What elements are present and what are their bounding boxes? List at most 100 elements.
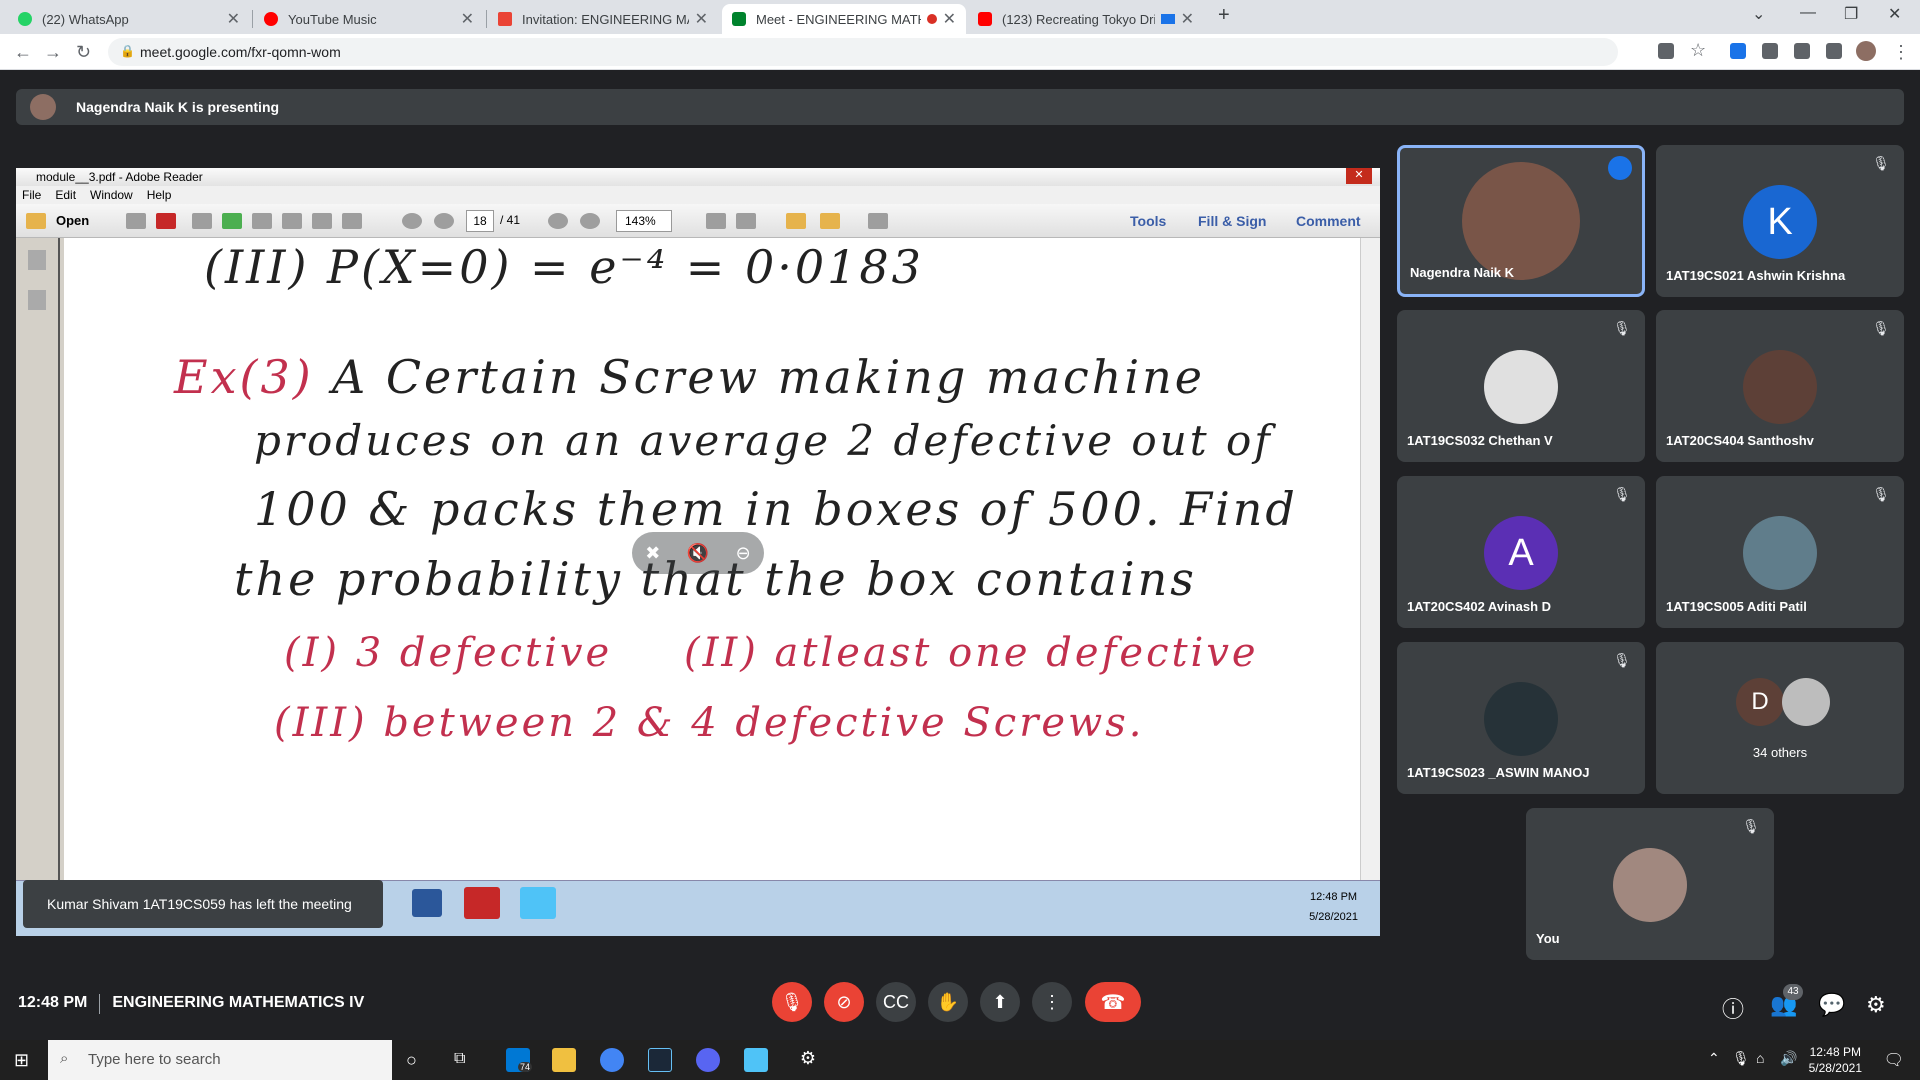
back-icon[interactable]: ←: [14, 42, 32, 63]
reader-menu-bar: File Edit Window Help: [16, 186, 1380, 204]
discord-icon[interactable]: [696, 1048, 720, 1072]
save-icon: [282, 213, 302, 229]
reader-scrollbar: [1360, 238, 1380, 880]
reload-icon[interactable]: ↻: [76, 42, 91, 63]
meeting-title: ENGINEERING MATHEMATICS IV: [112, 994, 365, 1011]
tab-whatsapp[interactable]: (22) WhatsApp ✕: [8, 4, 250, 34]
forward-icon[interactable]: →: [44, 42, 62, 63]
tab-youtube-music[interactable]: YouTube Music ✕: [254, 4, 484, 34]
whatsapp-icon: [18, 12, 32, 26]
meeting-details: 12:48 PM ENGINEERING MATHEMATICS IV: [18, 994, 364, 1014]
participant-tile[interactable]: K 🎙 1AT19CS021 Ashwin Krishna: [1656, 145, 1904, 297]
question-2: (II) atleast one defective: [684, 630, 1259, 676]
participant-tile[interactable]: A 🎙 1AT20CS402 Avinash D: [1397, 476, 1645, 628]
close-tab-icon[interactable]: ✕: [695, 9, 708, 29]
new-tab-button[interactable]: +: [1218, 4, 1230, 27]
task-view-icon[interactable]: ⧉: [454, 1050, 465, 1068]
cortana-icon[interactable]: ○: [406, 1050, 417, 1071]
maximize-button[interactable]: ❐: [1844, 4, 1858, 24]
tab-search-icon[interactable]: ⌄: [1752, 4, 1765, 24]
microphone-tray-icon[interactable]: 🎙: [1732, 1050, 1750, 1067]
tab-youtube-video[interactable]: (123) Recreating Tokyo Drift ✕: [968, 4, 1204, 34]
pin-off-icon[interactable]: ✖: [645, 543, 660, 564]
avatar: [1743, 350, 1817, 424]
tray-arrow-icon[interactable]: ⌃: [1708, 1050, 1720, 1067]
mute-off-icon[interactable]: 🔇: [687, 543, 709, 564]
close-tab-icon[interactable]: ✕: [943, 9, 956, 29]
close-tab-icon[interactable]: ✕: [1181, 9, 1194, 29]
participant-tile[interactable]: 🎙 1AT20CS404 Santhoshv: [1656, 310, 1904, 462]
reader-close-icon: ✕: [1346, 168, 1372, 184]
speaking-indicator-icon: [1608, 156, 1632, 180]
presenter-clock: 12:48 PM 5/28/2021: [1309, 887, 1358, 927]
taskbar-clock[interactable]: 12:48 PM 5/28/2021: [1809, 1044, 1862, 1076]
pdf-tool-icon: [156, 213, 176, 229]
reader-title-bar: module__3.pdf - Adobe Reader ✕: [16, 168, 1380, 186]
taskbar-search-box[interactable]: ⌕ Type here to search: [48, 1040, 392, 1080]
media-icon[interactable]: [1826, 43, 1842, 59]
email-icon: [342, 213, 362, 229]
notifications-icon[interactable]: 🗨: [1884, 1050, 1904, 1070]
meet-controls-bar: 12:48 PM ENGINEERING MATHEMATICS IV 🎙 ⊘ …: [0, 970, 1920, 1040]
pages-panel-icon: [28, 250, 46, 270]
participant-tile[interactable]: Nagendra Naik K: [1397, 145, 1645, 297]
handwriting-line: 100 & packs them in boxes of 500. Find: [254, 482, 1298, 536]
volume-icon[interactable]: 🔊: [1780, 1050, 1797, 1067]
avatar: [1484, 350, 1558, 424]
bookmark-star-icon[interactable]: ☆: [1690, 40, 1706, 61]
menu-icon[interactable]: ⋮: [1892, 42, 1910, 63]
avatar: [1613, 848, 1687, 922]
steam-icon[interactable]: [648, 1048, 672, 1072]
print-icon: [312, 213, 332, 229]
recording-dot-icon: [926, 14, 937, 24]
question-1: (I) 3 defective: [284, 630, 613, 676]
puzzle-icon[interactable]: [1794, 43, 1810, 59]
present-button[interactable]: ⬆: [980, 982, 1020, 1022]
leave-call-button[interactable]: ☎: [1085, 982, 1141, 1022]
settings-icon[interactable]: ⚙: [796, 1048, 820, 1072]
participant-tile[interactable]: 🎙 1AT19CS032 Chethan V: [1397, 310, 1645, 462]
mic-toggle-button[interactable]: 🎙: [772, 982, 812, 1022]
address-bar[interactable]: 🔒 meet.google.com/fxr-qomn-wom: [108, 38, 1618, 66]
profile-avatar[interactable]: [1856, 41, 1876, 61]
info-icon[interactable]: ⓘ: [1722, 992, 1744, 1024]
participant-name: 1AT19CS023 _ASWIN MANOJ: [1407, 765, 1590, 780]
presenter-floating-controls[interactable]: ✖ 🔇 ⊖: [632, 532, 764, 574]
camera-icon[interactable]: [1658, 43, 1674, 59]
extension-icon[interactable]: [1730, 43, 1746, 59]
raise-hand-button[interactable]: ✋: [928, 982, 968, 1022]
minimize-button[interactable]: —: [1800, 4, 1816, 22]
participant-name: You: [1536, 931, 1560, 946]
file-explorer-icon[interactable]: [552, 1048, 576, 1072]
cast-icon: [1160, 14, 1175, 24]
chat-icon[interactable]: 💬: [1818, 992, 1845, 1018]
close-tab-icon[interactable]: ✕: [227, 9, 240, 29]
camera-toggle-button[interactable]: ⊘: [824, 982, 864, 1022]
captions-button[interactable]: CC: [876, 982, 916, 1022]
network-icon[interactable]: ⌂: [1756, 1050, 1764, 1066]
extension-icon[interactable]: [1762, 43, 1778, 59]
tab-gmail-invitation[interactable]: Invitation: ENGINEERING MATHE ✕: [488, 4, 718, 34]
others-tile[interactable]: D 34 others: [1656, 642, 1904, 794]
avatar: [1743, 516, 1817, 590]
participant-name: 1AT20CS402 Avinash D: [1407, 599, 1552, 614]
app-icon[interactable]: [744, 1048, 768, 1072]
chrome-icon[interactable]: [600, 1048, 624, 1072]
participant-tile[interactable]: 🎙 1AT19CS005 Aditi Patil: [1656, 476, 1904, 628]
remove-icon[interactable]: ⊖: [736, 543, 751, 564]
more-options-button[interactable]: ⋮: [1032, 982, 1072, 1022]
windows-start-icon[interactable]: ⊞: [14, 1050, 29, 1071]
zoom-in-icon: [580, 213, 600, 229]
avatar: [1782, 678, 1830, 726]
participant-name: 1AT20CS404 Santhoshv: [1666, 433, 1814, 448]
page-up-icon: [402, 213, 422, 229]
mic-off-icon: 🎙: [1872, 486, 1890, 502]
mail-badge: 74: [518, 1062, 533, 1072]
close-tab-icon[interactable]: ✕: [461, 9, 474, 29]
tab-meet[interactable]: Meet - ENGINEERING MATH ✕: [722, 4, 966, 34]
participant-tile[interactable]: 🎙 1AT19CS023 _ASWIN MANOJ: [1397, 642, 1645, 794]
mic-off-icon: 🎙: [1613, 486, 1631, 502]
activities-icon[interactable]: ⚙: [1866, 992, 1886, 1018]
close-window-button[interactable]: ✕: [1888, 4, 1901, 24]
self-tile[interactable]: 🎙 You: [1526, 808, 1774, 960]
